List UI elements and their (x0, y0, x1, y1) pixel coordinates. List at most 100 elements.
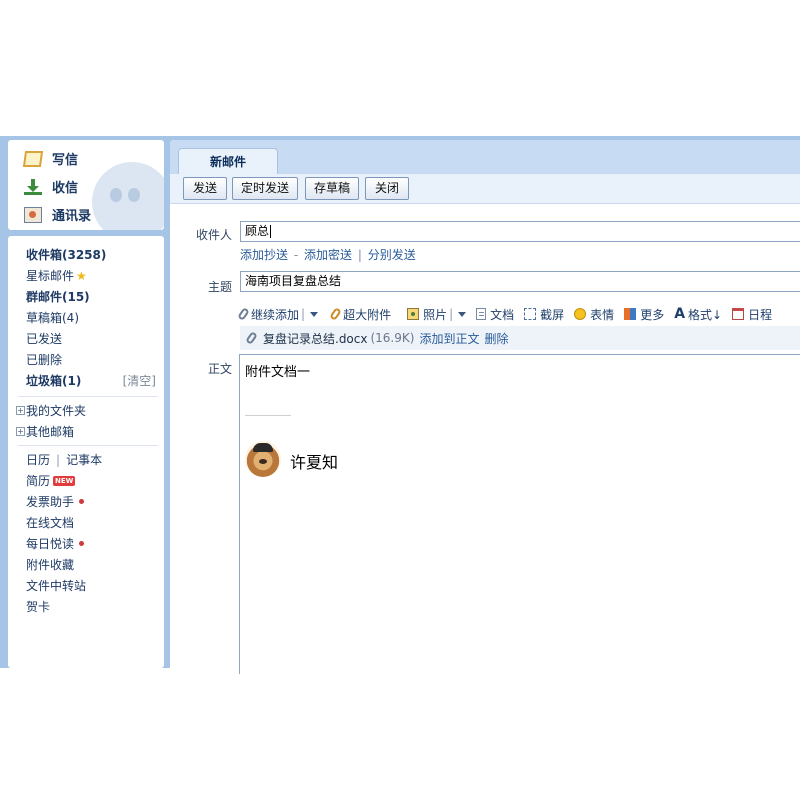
paperclip-icon (329, 307, 342, 321)
chevron-down-icon[interactable] (458, 311, 467, 317)
sidebar-quick-nav: 写信 收信 通讯录 (8, 140, 164, 230)
daily-read-link[interactable]: 每日悦读 (26, 535, 85, 552)
add-to-body-link[interactable]: 添加到正文 (419, 330, 479, 347)
contacts-nav-label: 通讯录 (52, 209, 92, 224)
inbox-nav-label: 收信 (52, 181, 79, 196)
pencil-icon (22, 150, 44, 167)
attachment-size: (16.9K) (370, 331, 415, 345)
close-button[interactable]: 关闭 (365, 177, 409, 200)
add-bcc-link[interactable]: 添加密送 (304, 248, 352, 262)
compose-nav-item[interactable]: 写信 (22, 149, 79, 168)
font-format-icon: A (674, 306, 686, 322)
screenshot-button[interactable]: 截屏 (524, 306, 564, 323)
tab-strip: 新邮件 (170, 140, 800, 175)
contacts-nav-item[interactable]: 通讯录 (24, 205, 91, 224)
notification-dot-icon (79, 541, 85, 546)
folder-deleted[interactable]: 已删除 (26, 351, 62, 368)
more-button[interactable]: 更多 (624, 306, 664, 323)
grid-icon (624, 308, 637, 320)
body-label: 正文 (208, 362, 233, 376)
separate-send-link[interactable]: 分别发送 (368, 248, 416, 262)
download-icon (24, 178, 42, 195)
folder-group[interactable]: 群邮件(15) (26, 288, 90, 305)
add-attachment-button[interactable]: 继续添加 (237, 306, 300, 323)
folder-inbox[interactable]: 收件箱(3258) (26, 246, 106, 263)
expand-icon: + (16, 406, 25, 415)
more-label: 更多 (640, 307, 665, 322)
photo-button[interactable]: 照片 (407, 306, 447, 323)
other-mailboxes-tree[interactable]: + 其他邮箱 (16, 423, 74, 440)
resume-link[interactable]: 简历 NEW (26, 472, 76, 489)
attachment-favorites-link[interactable]: 附件收藏 (26, 556, 74, 573)
attachment-filename: 复盘记录总结.docx (263, 331, 368, 346)
calendar-link[interactable]: 日历 (26, 451, 50, 468)
folder-starred[interactable]: 星标邮件 ★ (26, 267, 87, 284)
inbox-nav-item[interactable]: 收信 (24, 177, 78, 196)
tab-new-mail[interactable]: 新邮件 (178, 148, 278, 175)
subject-input[interactable]: 海南项目复盘总结 (240, 271, 800, 292)
recipient-input[interactable]: 顾总 (240, 221, 800, 242)
large-attachment-button[interactable]: 超大附件 (329, 306, 392, 323)
document-button[interactable]: 文档 (476, 306, 514, 323)
emoji-button[interactable]: 表情 (574, 306, 614, 323)
recipient-options: 添加抄送 - 添加密送 | 分别发送 (240, 246, 416, 263)
schedule-label: 日程 (748, 307, 773, 322)
body-editor[interactable]: 附件文档一 许夏知 (239, 354, 800, 674)
attachment-item: 复盘记录总结.docx (16.9K) 添加到正文 删除 (240, 326, 800, 350)
my-folders-tree[interactable]: + 我的文件夹 (16, 402, 86, 419)
resume-label: 简历 (26, 474, 51, 488)
recipient-label: 收件人 (196, 228, 233, 242)
format-label: 格式↓ (688, 307, 723, 322)
separator: | (449, 307, 454, 321)
send-button[interactable]: 发送 (183, 177, 227, 200)
separator: | (56, 452, 61, 467)
large-attachment-label: 超大附件 (343, 307, 392, 322)
scheduled-send-button[interactable]: 定时发送 (232, 177, 298, 200)
star-icon: ★ (76, 268, 87, 283)
new-badge: NEW (53, 475, 76, 486)
my-folders-label: 我的文件夹 (26, 404, 87, 418)
invoice-assistant-link[interactable]: 发票助手 (26, 493, 85, 510)
chevron-down-icon[interactable] (310, 311, 319, 317)
online-docs-link[interactable]: 在线文档 (26, 514, 74, 531)
subject-label: 主题 (208, 280, 233, 294)
greeting-card-link[interactable]: 贺卡 (26, 598, 50, 615)
expand-icon: + (16, 427, 25, 436)
schedule-button[interactable]: 日程 (732, 306, 772, 323)
compose-nav-label: 写信 (52, 153, 79, 168)
other-mailboxes-label: 其他邮箱 (26, 425, 75, 439)
penguin-mascot-icon (92, 162, 164, 230)
sidebar-folders: 收件箱(3258) 星标邮件 ★ 群邮件(15) 草稿箱(4) 已发送 已删除 … (8, 236, 164, 668)
signature-divider (245, 415, 291, 416)
calendar-notepad-row: 日历 | 记事本 (26, 451, 102, 468)
document-icon (476, 308, 487, 320)
folder-spam[interactable]: 垃圾箱(1) (26, 372, 81, 389)
notification-dot-icon (79, 499, 85, 504)
add-cc-link[interactable]: 添加抄送 (240, 248, 288, 262)
separator: | (357, 248, 362, 262)
recipient-value: 顾总 (245, 224, 270, 238)
compose-toolbar: 发送 定时发送 存草稿 关闭 (170, 174, 800, 204)
divider (18, 396, 158, 397)
format-button[interactable]: A 格式↓ (674, 306, 722, 323)
compose-panel: 新邮件 发送 定时发送 存草稿 关闭 收件人 顾总 添加抄送 - 添加密送 | … (170, 140, 800, 674)
separator: - (293, 248, 299, 262)
delete-attachment-link[interactable]: 删除 (484, 330, 508, 347)
avatar (245, 441, 281, 477)
folder-sent[interactable]: 已发送 (26, 330, 62, 347)
emoji-label: 表情 (590, 307, 615, 322)
save-draft-button[interactable]: 存草稿 (305, 177, 359, 200)
invoice-assistant-label: 发票助手 (26, 495, 75, 509)
screenshot-label: 截屏 (540, 307, 565, 322)
file-transfer-link[interactable]: 文件中转站 (26, 577, 86, 594)
photo-icon (407, 308, 420, 320)
paperclip-icon (245, 331, 258, 345)
add-attachment-label: 继续添加 (251, 307, 300, 322)
calendar-icon (732, 308, 745, 320)
folder-drafts[interactable]: 草稿箱(4) (26, 309, 79, 326)
notepad-link[interactable]: 记事本 (66, 451, 102, 468)
clear-spam-link[interactable]: [清空] (123, 372, 156, 389)
body-text: 附件文档一 (245, 365, 311, 380)
screenshot-icon (524, 308, 537, 320)
signature-name: 许夏知 (290, 453, 339, 472)
